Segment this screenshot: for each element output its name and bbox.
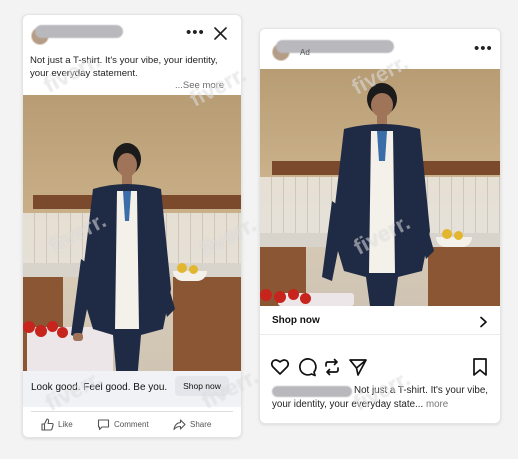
share-icon xyxy=(173,418,186,431)
like-button[interactable]: Like xyxy=(41,417,73,431)
send-icon[interactable] xyxy=(348,357,368,377)
ad-tagline: Look good. Feel good. Be you. xyxy=(31,382,168,393)
comment-icon[interactable] xyxy=(297,357,317,377)
ad-photo[interactable] xyxy=(23,95,241,381)
post-caption: Not just a T-shirt. It's your vibe, your… xyxy=(30,55,218,79)
tomato xyxy=(57,327,68,338)
shop-now-link[interactable]: Shop now xyxy=(272,315,320,326)
more-options-icon[interactable]: ••• xyxy=(474,41,493,56)
chevron-right-icon[interactable] xyxy=(478,315,488,333)
more-options-icon[interactable]: ••• xyxy=(186,25,205,40)
comment-button[interactable]: Comment xyxy=(97,417,149,431)
blurred-page-name xyxy=(35,25,123,38)
bookmark-icon[interactable] xyxy=(470,357,490,377)
more-link[interactable]: more xyxy=(426,399,448,410)
thumbs-up-icon xyxy=(41,417,54,431)
tomato xyxy=(23,321,35,333)
post-caption: Not just a T-shirt. It's your vibe, your… xyxy=(272,384,494,412)
tomato xyxy=(260,289,272,301)
divider xyxy=(31,411,233,412)
heart-icon[interactable] xyxy=(270,357,290,377)
close-icon[interactable] xyxy=(214,27,227,40)
caption-text: Not just a T-shirt. It's your vibe, your… xyxy=(272,385,488,410)
tomato xyxy=(274,291,286,303)
tomato xyxy=(35,325,47,337)
see-more-link[interactable]: ...See more xyxy=(175,80,224,91)
lemon xyxy=(454,231,463,240)
comment-label: Comment xyxy=(114,419,149,429)
share-label: Share xyxy=(190,419,212,429)
tomato xyxy=(288,289,299,300)
repost-icon[interactable] xyxy=(322,357,342,377)
ad-photo[interactable] xyxy=(260,69,500,306)
sponsored-label: Ad xyxy=(300,48,310,57)
share-button[interactable]: Share xyxy=(173,417,211,431)
instagram-ad-card: Ad ••• Shop now Not just a T-shirt. It's… xyxy=(259,28,501,424)
tomato xyxy=(300,293,311,304)
bowl xyxy=(436,237,472,247)
facebook-ad-card: ••• Not just a T-shirt. It's your vibe, … xyxy=(22,14,242,438)
comment-icon xyxy=(97,418,110,431)
shop-now-button[interactable]: Shop now xyxy=(175,376,229,396)
cabinet-right xyxy=(173,277,241,381)
model-figure xyxy=(71,143,175,381)
lemon xyxy=(442,229,452,239)
model-figure xyxy=(322,83,434,306)
blurred-account-name xyxy=(276,40,394,53)
lemon xyxy=(189,265,198,274)
like-label: Like xyxy=(58,419,73,429)
